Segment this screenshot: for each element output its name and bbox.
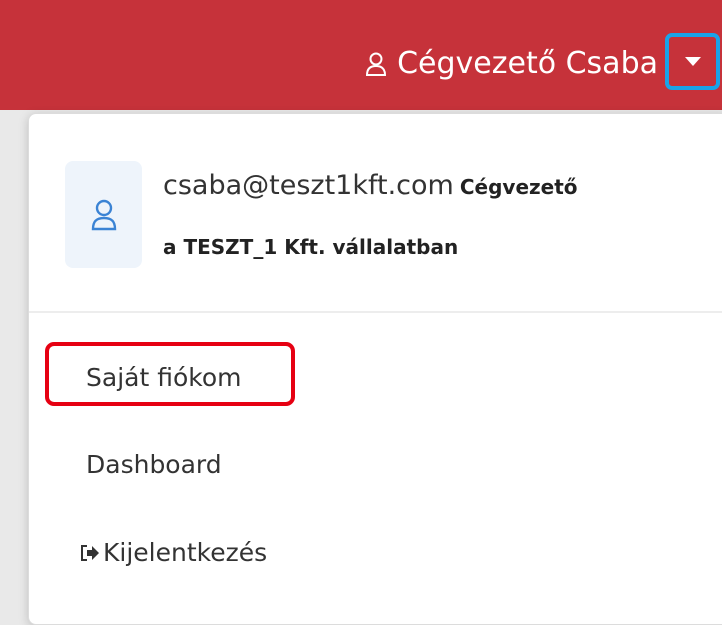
user-email: csaba@teszt1kft.com: [163, 170, 454, 201]
user-icon: [366, 52, 387, 76]
user-menu-trigger[interactable]: Cégvezető Csaba: [365, 46, 658, 82]
menu-item-logout[interactable]: Kijelentkezés: [80, 538, 267, 567]
menu-item-dashboard[interactable]: Dashboard: [86, 450, 222, 479]
user-info-section: csaba@teszt1kft.com Cégvezető a TESZT_1 K…: [29, 114, 722, 313]
user-company: a TESZT_1 Kft. vállalatban: [163, 235, 459, 259]
top-navbar: Cégvezető Csaba: [0, 0, 722, 110]
user-role: Cégvezető: [459, 175, 578, 199]
user-name-label: Cégvezető Csaba: [397, 46, 658, 81]
avatar: [65, 161, 142, 268]
menu-item-my-account[interactable]: Saját fiókom: [86, 363, 241, 392]
user-email-line: csaba@teszt1kft.com Cégvezető: [163, 170, 578, 201]
user-menu-toggle-button[interactable]: [665, 33, 720, 90]
caret-down-icon: [684, 57, 701, 66]
logout-label: Kijelentkezés: [103, 538, 268, 567]
user-icon: [91, 199, 116, 230]
user-dropdown-menu: csaba@teszt1kft.com Cégvezető a TESZT_1 K…: [28, 113, 722, 625]
sign-out-icon: [81, 544, 99, 561]
